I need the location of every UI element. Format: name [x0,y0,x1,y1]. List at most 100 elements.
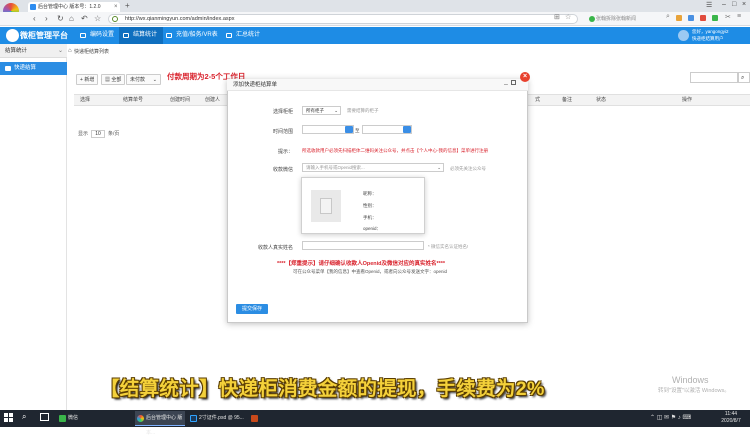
photoshop-icon [190,415,197,422]
taskbar-item-photoshop[interactable]: 2寸证件.psd @ 95... [188,411,246,426]
tab-favicon-icon [30,4,36,10]
submit-button[interactable]: 提交保存 [236,304,268,314]
topnav-item-recharge[interactable]: 充值/船务/VR表 [162,27,224,44]
site-info-icon[interactable] [112,16,118,22]
column-header[interactable]: 创建人 [205,94,220,106]
wechat-icon [59,415,66,422]
avatar[interactable] [678,30,689,41]
tray-icons[interactable]: ⌃ ◫ ✉ ⚑ ♪ ⌨ [650,414,691,421]
calendar-icon[interactable] [403,126,411,133]
topnav-item-code-settings[interactable]: 编码设置 [76,27,120,44]
warning-text: ****【郑重提示】请仔细确认收款人Openid及微信对应的真实姓名**** [277,261,446,267]
activation-watermark-title: Windows [672,375,709,385]
cabinet-label: 选择柜柜 [272,109,293,115]
star-icon[interactable]: ☆ [565,13,571,21]
tip-text: 所选收款用户必须先扫描柜体二维码关注公众号，并点击【个人中心-我的信息】菜单进行… [302,148,488,153]
app-logo-icon [6,29,19,42]
search-engine-icon [589,16,595,22]
chevron-down-icon: ⌄ [437,165,441,170]
user-role: 快递柜结算用户 [692,36,724,41]
sidebar-header[interactable]: 结算统计 [0,44,67,58]
add-button[interactable]: + 新增 [76,74,99,85]
all-button[interactable]: ▦ 全部 [101,74,126,85]
all-button-label: 全部 [111,77,122,83]
window-close-icon[interactable]: × [742,1,746,8]
cabinet-select[interactable]: 所有柜子 ⌄ [302,106,341,115]
task-view-icon[interactable] [40,413,49,421]
search-icon: ⌕ [741,75,745,81]
tab-close-icon[interactable]: × [114,2,118,12]
popup-nickname: 昵称： [363,191,377,196]
grid-icon[interactable]: ⊞ [554,13,560,21]
search-icon[interactable]: ⌕ [666,13,670,21]
clock-time: 11:44 [724,411,738,417]
extension-mail-icon[interactable] [688,15,694,21]
chevron-down-icon: ⌄ [334,108,338,113]
breadcrumb: 快递柜结算列表 [74,49,110,55]
menu-icon[interactable]: ≡ [737,13,741,20]
calendar-icon[interactable] [345,126,353,133]
status-filter-select[interactable]: 未付款 ⌄ [126,74,161,85]
column-header[interactable]: 创建时间 [170,94,190,106]
topnav-item-summary[interactable]: 汇总统计 [222,27,266,44]
tools-icon[interactable]: ✂ [725,13,731,21]
undo-icon[interactable]: ↶ [81,13,88,25]
add-button-label: 新增 [84,77,95,83]
minimize-icon[interactable]: – [504,79,508,90]
browser-search-box[interactable]: 张翰拆除张翰新闻 [587,15,662,24]
realname-input[interactable] [302,241,424,250]
search-input[interactable] [690,72,738,83]
window-menu-icon[interactable]: ☰ [706,1,712,9]
extension-grid-icon[interactable] [676,15,682,21]
forward-icon[interactable]: › [45,13,48,25]
search-icon[interactable]: ⌕ [22,412,26,422]
pager-unit: 条/页 [108,131,120,137]
new-tab-icon[interactable]: + [125,1,130,10]
popup-openid: openid： [363,226,382,231]
payee-label: 收款微信 [272,167,293,173]
modal-title: 添加快递柜结算单 [227,79,528,91]
user-name: 您好，yangongyi2 [692,29,729,34]
bookmark-star-icon[interactable]: ☆ [94,13,101,25]
page-size-select[interactable]: 10 [91,130,105,138]
window-minimize-icon[interactable]: – [722,1,726,8]
tip-label: 提示： [277,149,293,155]
windows-start-icon[interactable] [4,413,14,423]
app-icon [251,415,258,422]
payee-search-input[interactable]: 请输入手机号或Openid搜索... ⌄ [302,163,444,172]
taskbar-item-browser[interactable]: 后台管理中心 版本... [135,411,185,436]
extension-game-icon[interactable] [700,15,706,21]
browser-tab[interactable]: 后台管理中心 版本号：1.2.0 [28,2,120,12]
home-icon[interactable]: ⌂ [68,48,72,54]
taskbar-item-app[interactable] [249,411,265,426]
home-icon[interactable]: ⌂ [69,13,74,25]
column-header[interactable]: 选择 [80,94,90,106]
app-logo-text: 微柜管理平台 [20,31,68,40]
column-header[interactable]: 结算单号 [123,94,143,106]
nav-item-icon [226,33,232,38]
column-header[interactable]: 状态 [596,94,606,106]
maximize-icon[interactable] [511,80,516,85]
user-info[interactable]: 您好，yangongyi2 快递柜结算用户 [692,28,748,42]
column-header[interactable]: 备注 [562,94,572,106]
time-range-separator: 至 [355,128,360,133]
taskbar-clock[interactable]: 11:44 2020/8/7 [716,411,746,425]
search-button[interactable]: ⌕ [738,72,750,83]
address-bar[interactable]: http://wx.qianmingyun.com/admin/index.as… [108,14,578,24]
topnav-item-settlement[interactable]: 结算统计 [119,27,164,44]
reload-icon[interactable]: ↻ [57,13,64,25]
clock-date: 2020/8/7 [721,418,741,424]
taskbar [0,410,750,427]
browser-icon [137,415,144,422]
chevron-down-icon: ⌄ [152,77,157,83]
close-icon[interactable]: × [520,72,530,82]
taskbar-item-wechat[interactable]: 微信 [57,411,93,426]
chevron-down-icon[interactable]: ⌄ [58,44,63,58]
popup-phone: 手机： [363,215,377,220]
back-icon[interactable]: ‹ [33,13,36,25]
cabinet-note: 需要结算的柜子 [347,108,379,113]
column-header[interactable]: 式 [535,94,540,106]
column-header[interactable]: 操作 [682,94,692,106]
extension-app-icon[interactable] [712,15,718,21]
window-maximize-icon[interactable]: □ [732,1,736,8]
